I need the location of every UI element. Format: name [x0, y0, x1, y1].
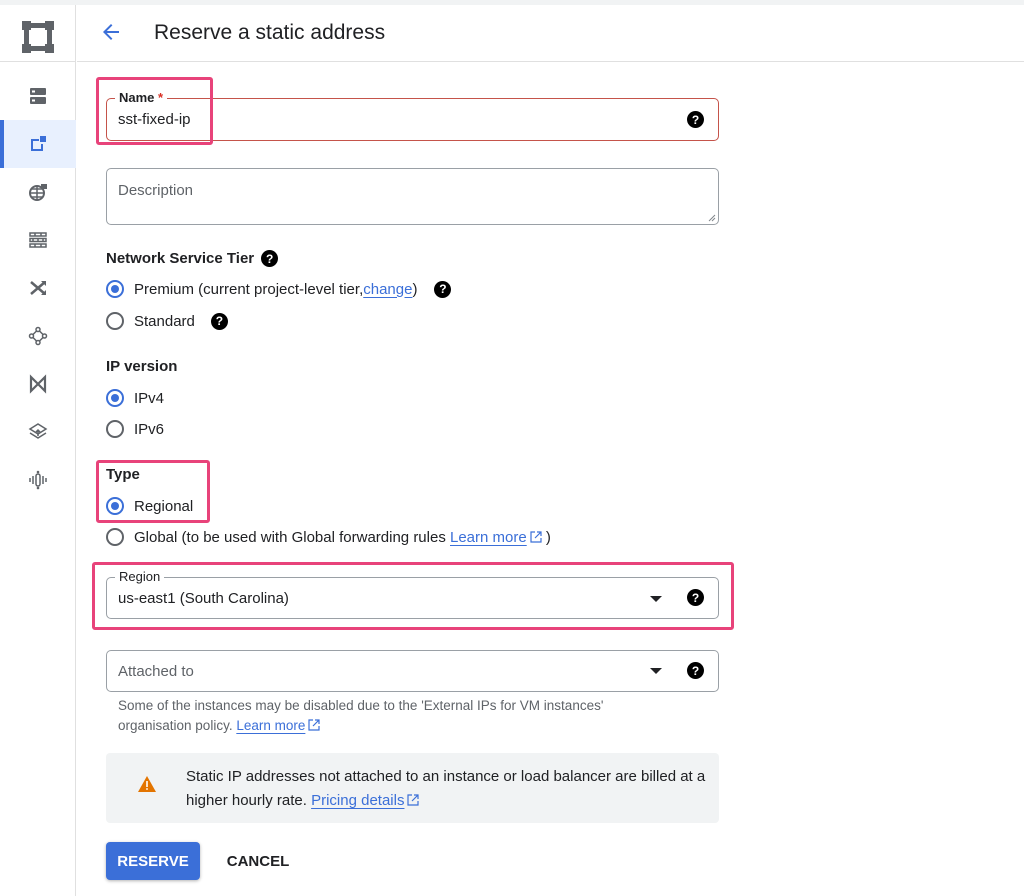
help-icon[interactable]: ?	[261, 250, 279, 267]
rail-item-packet-mirroring[interactable]	[0, 456, 76, 504]
global-label-suffix: )	[541, 528, 551, 546]
resize-handle-icon[interactable]	[706, 212, 716, 222]
radio-global[interactable]: Global (to be used with Global forwardin…	[106, 528, 551, 546]
rail-item-routes[interactable]	[0, 264, 76, 312]
dropdown-caret-icon[interactable]	[650, 668, 662, 674]
ipv4-label: IPv4	[134, 389, 165, 407]
hint-learn-more-link[interactable]: Learn more	[236, 718, 320, 733]
attached-to-hint: Some of the instances may be disabled du…	[118, 696, 678, 736]
rail-item-network-peering[interactable]	[0, 312, 76, 360]
name-field[interactable]: Name * sst-fixed-ip ?	[106, 90, 719, 141]
network-tier-label: Network Service Tier ?	[106, 250, 279, 267]
radio-button-unchecked[interactable]	[106, 420, 124, 438]
radio-button-unchecked[interactable]	[106, 312, 124, 330]
premium-label: Premium (current project-level tier,	[134, 280, 364, 298]
rail-item-serverless-vpc-access[interactable]	[0, 408, 76, 456]
radio-premium-tier[interactable]: Premium (current project-level tier, cha…	[106, 280, 452, 298]
vpc-networks-icon	[30, 88, 46, 104]
radio-button-checked[interactable]	[106, 280, 124, 298]
change-tier-link[interactable]: change	[363, 281, 412, 298]
firewall-icon	[29, 232, 47, 248]
routes-icon	[30, 281, 46, 295]
required-mark: *	[158, 90, 164, 105]
regional-label: Regional	[134, 497, 194, 515]
description-textarea[interactable]: Description	[106, 168, 719, 225]
hint-text: Some of the instances may be disabled du…	[118, 698, 604, 733]
vpc-network-logo-icon	[22, 21, 54, 53]
name-label: Name *	[115, 90, 168, 105]
help-icon[interactable]: ?	[687, 589, 704, 606]
radio-button-unchecked[interactable]	[106, 528, 124, 546]
region-value: us-east1 (South Carolina)	[118, 590, 289, 607]
pricing-details-link[interactable]: Pricing details	[311, 792, 420, 809]
rail-item-internal-ranges[interactable]	[0, 168, 76, 216]
rail-item-ip-addresses[interactable]	[0, 120, 76, 168]
radio-standard-tier[interactable]: Standard ?	[106, 312, 228, 330]
page-title: Reserve a static address	[154, 21, 386, 44]
global-label: Global (to be used with Global forwardin…	[134, 528, 450, 546]
radio-ipv6[interactable]: IPv6	[106, 420, 164, 438]
shared-vpc-icon	[29, 374, 47, 394]
standard-label: Standard	[134, 312, 195, 330]
radio-ipv4[interactable]: IPv4	[106, 389, 164, 407]
premium-label-suffix: )	[412, 280, 418, 298]
attached-to-placeholder: Attached to	[118, 663, 194, 680]
reserve-button[interactable]: RESERVE	[106, 842, 200, 880]
external-link-icon	[308, 719, 320, 731]
cancel-button[interactable]: CANCEL	[215, 842, 301, 880]
radio-regional[interactable]: Regional	[106, 497, 193, 515]
ipv6-label: IPv6	[134, 420, 165, 438]
rail-item-vpc-networks[interactable]	[0, 72, 76, 120]
description-placeholder: Description	[118, 182, 194, 199]
rail-item-shared-vpc[interactable]	[0, 360, 76, 408]
radio-button-checked[interactable]	[106, 497, 124, 515]
rail-divider	[0, 61, 76, 62]
radio-button-checked[interactable]	[106, 389, 124, 407]
help-icon[interactable]: ?	[687, 111, 704, 128]
help-icon[interactable]: ?	[434, 280, 452, 298]
arrow-left-icon[interactable]	[99, 20, 123, 44]
side-nav-rail	[0, 5, 76, 896]
attached-to-select[interactable]: Attached to ?	[106, 650, 719, 692]
name-input-value[interactable]: sst-fixed-ip	[118, 111, 191, 128]
network-peering-icon	[28, 326, 48, 346]
region-label: Region	[115, 569, 165, 584]
warning-icon	[138, 776, 156, 792]
serverless-vpc-access-icon	[28, 423, 48, 439]
learn-more-link[interactable]: Learn more	[450, 529, 542, 546]
region-select[interactable]: Region us-east1 (South Carolina) ?	[106, 569, 719, 619]
ip-addresses-icon	[31, 136, 46, 151]
help-icon[interactable]: ?	[687, 662, 704, 679]
page-header: Reserve a static address	[77, 5, 1024, 62]
external-link-icon	[530, 530, 542, 543]
billing-warning-banner: Static IP addresses not attached to an i…	[106, 753, 719, 823]
dropdown-caret-icon[interactable]	[650, 596, 662, 602]
help-icon[interactable]: ?	[210, 312, 228, 330]
internal-ranges-icon	[29, 184, 47, 201]
rail-item-firewall[interactable]	[0, 216, 76, 264]
packet-mirroring-icon	[29, 470, 47, 490]
type-label: Type	[106, 466, 140, 483]
warning-text: Static IP addresses not attached to an i…	[186, 768, 706, 809]
ip-version-label: IP version	[106, 358, 178, 375]
external-link-icon	[407, 794, 420, 806]
